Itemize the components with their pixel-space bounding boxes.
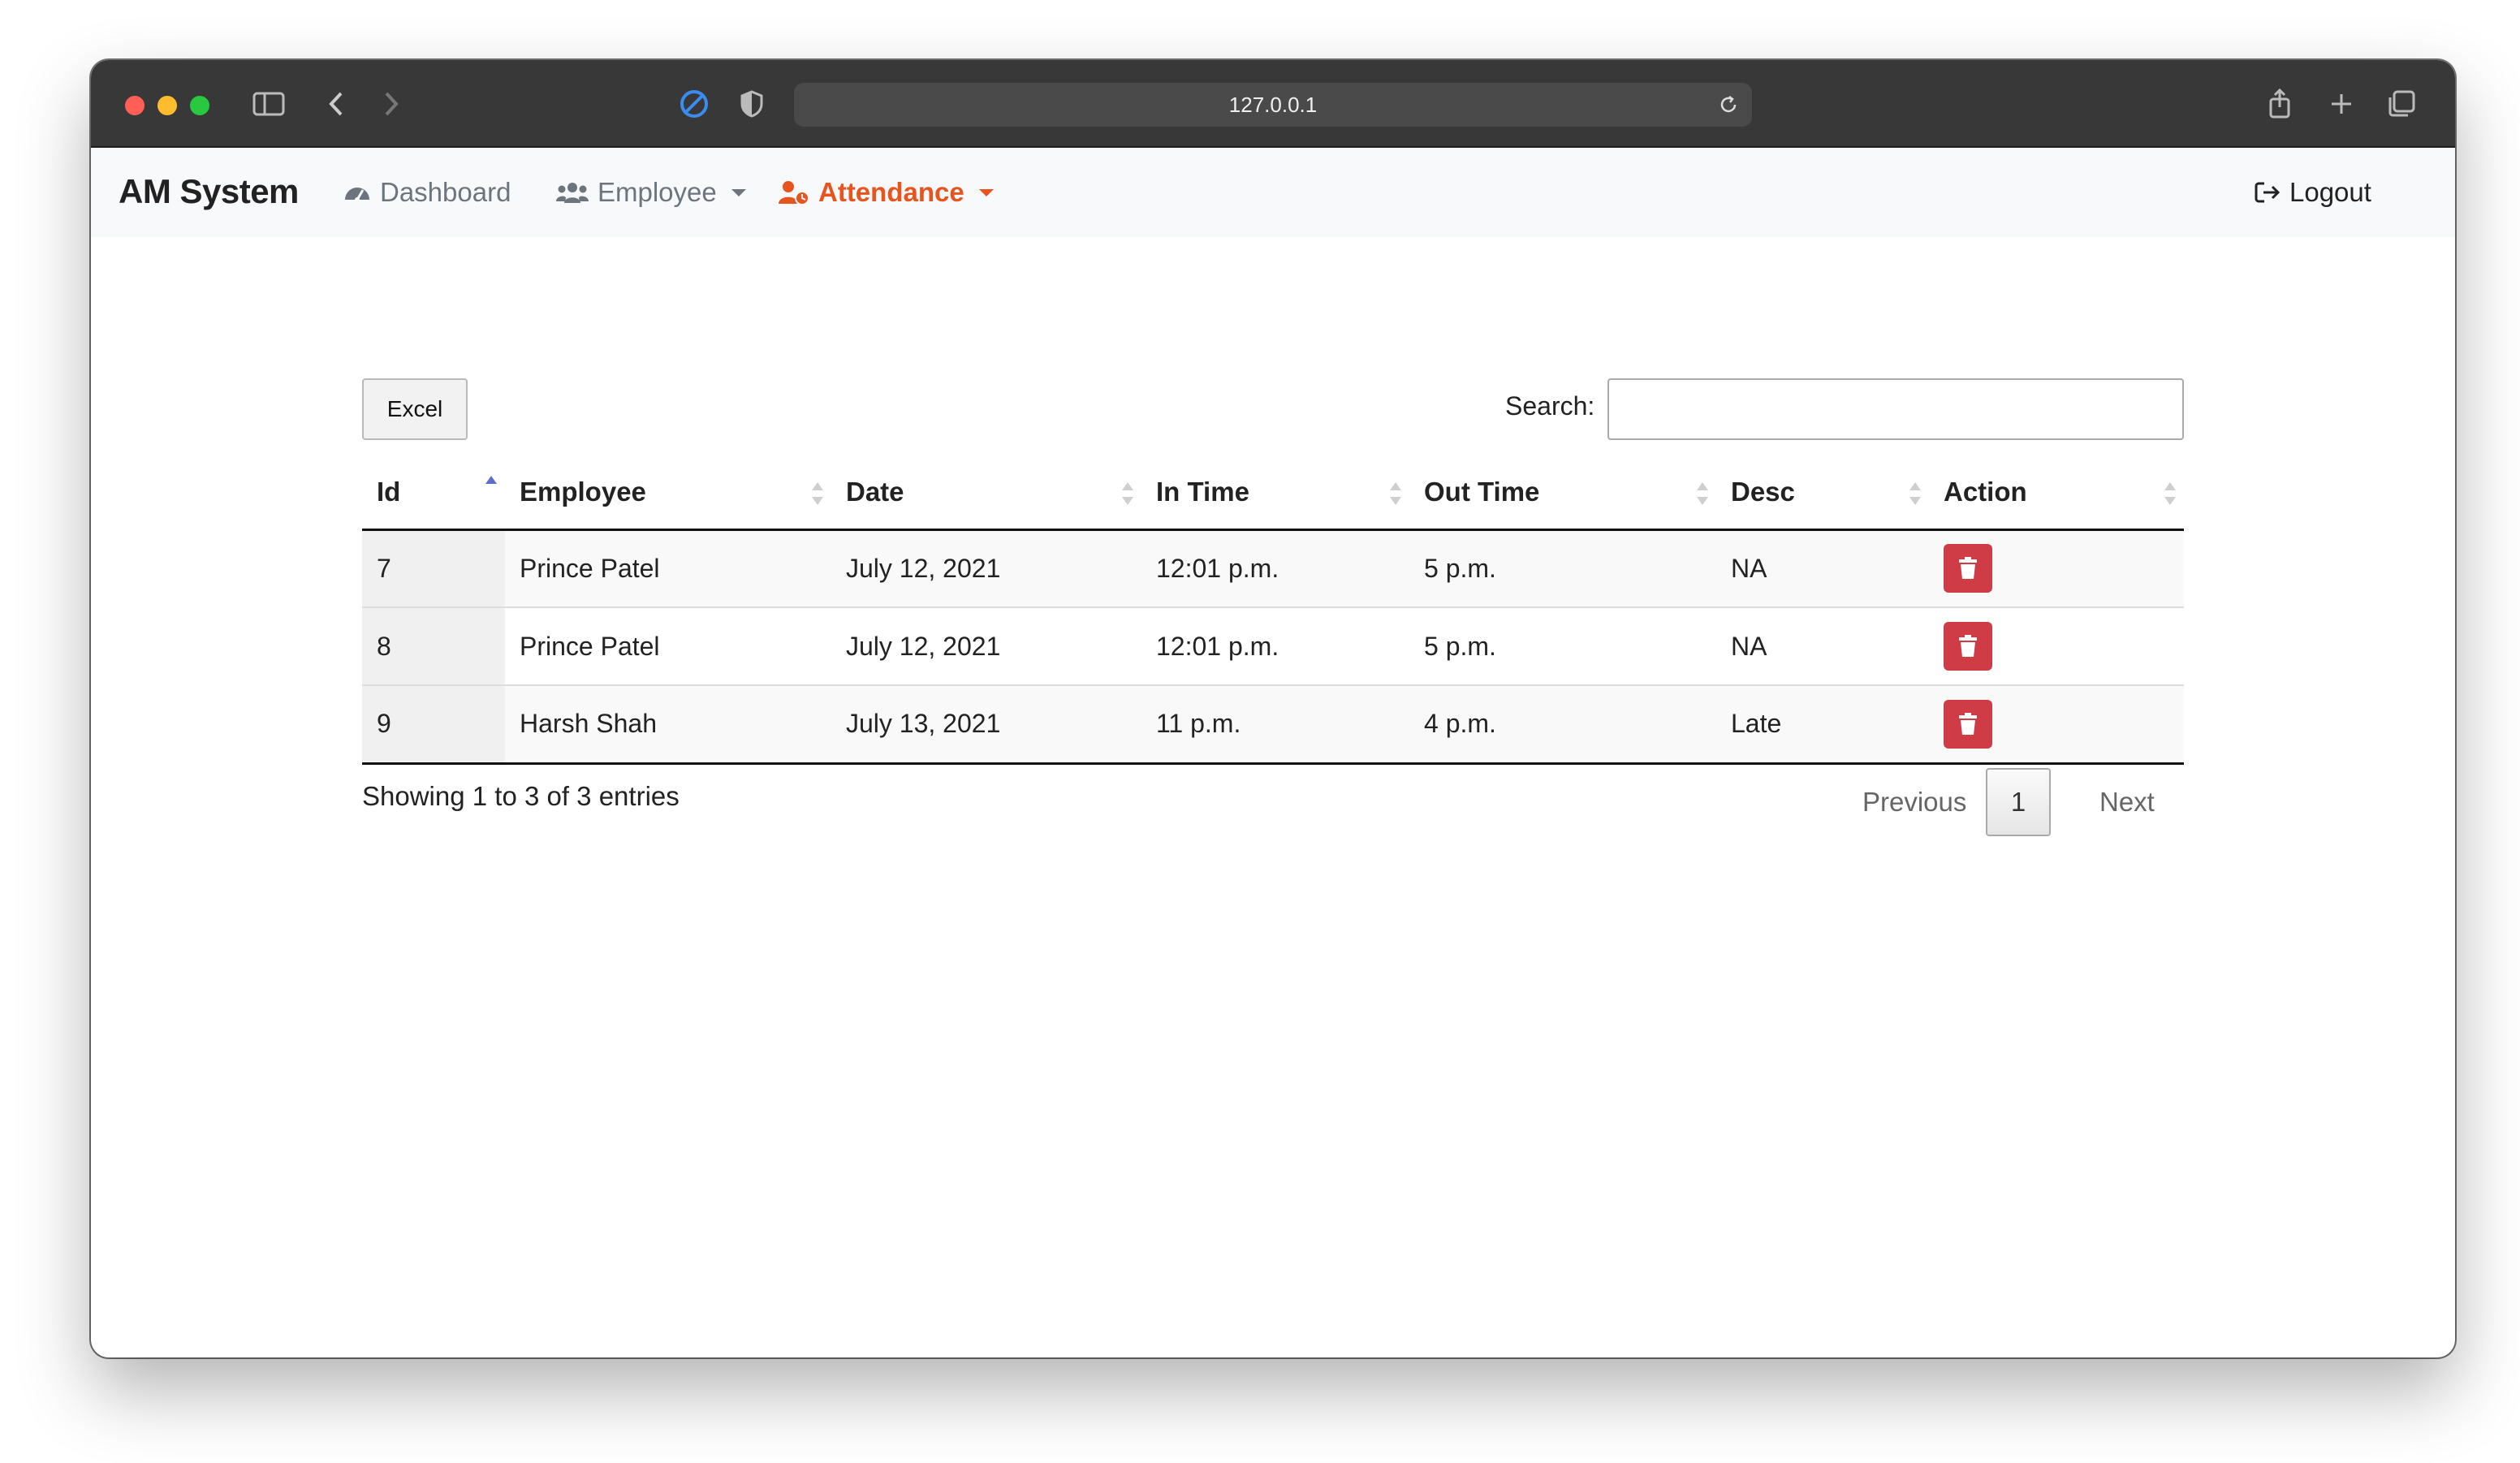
pagination-page-1[interactable]: 1 xyxy=(1986,768,2051,836)
table-row: 9 Harsh Shah July 13, 2021 11 p.m. 4 p.m… xyxy=(362,684,2184,765)
cell-id: 9 xyxy=(362,684,505,765)
cell-out-time: 4 p.m. xyxy=(1409,684,1716,765)
table-info-text: Showing 1 to 3 of 3 entries xyxy=(362,781,680,811)
logout-link[interactable]: Logout xyxy=(2254,175,2371,209)
table-row: 7 Prince Patel July 12, 2021 12:01 p.m. … xyxy=(362,529,2184,607)
nav-dashboard[interactable]: Dashboard xyxy=(343,175,511,209)
users-icon xyxy=(556,183,589,203)
chevron-down-icon xyxy=(731,188,746,196)
cell-out-time: 5 p.m. xyxy=(1409,606,1716,685)
url-text: 127.0.0.1 xyxy=(1228,92,1318,117)
sort-icon xyxy=(1909,482,1921,505)
sort-icon xyxy=(1697,482,1708,505)
reload-icon[interactable] xyxy=(1718,94,1739,121)
cell-date: July 13, 2021 xyxy=(831,684,1141,765)
cell-date: July 12, 2021 xyxy=(831,606,1141,685)
nav-attendance-label: Attendance xyxy=(818,177,964,207)
new-tab-plus-icon[interactable] xyxy=(2325,84,2358,123)
column-header-id[interactable]: Id xyxy=(362,456,505,531)
logout-icon xyxy=(2255,182,2281,203)
search-label: Search: xyxy=(1505,391,1595,421)
column-header-desc[interactable]: Desc xyxy=(1716,456,1929,531)
cell-out-time: 5 p.m. xyxy=(1409,529,1716,607)
attendance-table: Id Employee Date In Time Out Time Desc A… xyxy=(362,456,2184,765)
sort-icon xyxy=(1390,482,1401,505)
delete-button[interactable] xyxy=(1944,622,1992,671)
minimize-window-button[interactable] xyxy=(158,96,177,115)
blocker-extension-icon[interactable] xyxy=(675,84,713,123)
column-header-in-time[interactable]: In Time xyxy=(1141,456,1409,531)
excel-export-button[interactable]: Excel xyxy=(362,378,468,440)
trash-icon xyxy=(1959,557,1977,580)
cell-in-time: 12:01 p.m. xyxy=(1141,606,1409,685)
browser-window: 127.0.0.1 AM System Dashboard Employee A… xyxy=(91,60,2455,1357)
sort-icon xyxy=(2164,482,2176,505)
trash-icon xyxy=(1959,712,1977,735)
table-header-row: Id Employee Date In Time Out Time Desc A… xyxy=(362,456,2184,531)
cell-desc: NA xyxy=(1716,529,1929,607)
tab-overview-icon[interactable] xyxy=(2384,84,2419,123)
sort-icon xyxy=(812,482,823,505)
trash-icon xyxy=(1959,635,1977,657)
delete-button[interactable] xyxy=(1944,699,1992,749)
sort-ascending-icon xyxy=(485,476,497,498)
nav-employee-label: Employee xyxy=(598,177,717,207)
column-header-employee[interactable]: Employee xyxy=(505,456,831,531)
nav-attendance[interactable]: Attendance xyxy=(778,175,994,209)
cell-employee: Prince Patel xyxy=(505,606,831,685)
nav-employee[interactable]: Employee xyxy=(555,175,746,209)
dashboard-gauge-icon xyxy=(345,188,369,202)
address-bar[interactable]: 127.0.0.1 xyxy=(794,83,1752,127)
cell-in-time: 11 p.m. xyxy=(1141,684,1409,765)
cell-action xyxy=(1929,529,2184,607)
sort-icon xyxy=(1122,482,1133,505)
logout-label: Logout xyxy=(2289,177,2371,207)
delete-button[interactable] xyxy=(1944,544,1992,593)
pagination-previous[interactable]: Previous xyxy=(1862,768,1966,836)
cell-action xyxy=(1929,606,2184,685)
cell-id: 7 xyxy=(362,529,505,607)
chevron-down-icon xyxy=(978,188,994,196)
back-arrow-icon[interactable] xyxy=(320,84,352,123)
column-header-out-time[interactable]: Out Time xyxy=(1409,456,1716,531)
app-navbar: AM System Dashboard Employee Attendance … xyxy=(91,148,2455,237)
forward-arrow-icon[interactable] xyxy=(375,84,408,123)
cell-desc: Late xyxy=(1716,684,1929,765)
cell-in-time: 12:01 p.m. xyxy=(1141,529,1409,607)
nav-dashboard-label: Dashboard xyxy=(380,177,511,207)
close-window-button[interactable] xyxy=(125,96,145,115)
pagination-next[interactable]: Next xyxy=(2099,768,2155,836)
privacy-shield-icon[interactable] xyxy=(736,84,768,123)
share-icon[interactable] xyxy=(2263,84,2296,123)
zoom-window-button[interactable] xyxy=(190,96,209,115)
cell-action xyxy=(1929,684,2184,765)
sidebar-toggle-icon[interactable] xyxy=(250,84,287,123)
search-input[interactable] xyxy=(1607,378,2184,440)
table-row: 8 Prince Patel July 12, 2021 12:01 p.m. … xyxy=(362,606,2184,685)
user-clock-icon xyxy=(779,181,809,205)
column-header-date[interactable]: Date xyxy=(831,456,1141,531)
cell-id: 8 xyxy=(362,606,505,685)
column-header-action[interactable]: Action xyxy=(1929,456,2184,531)
cell-date: July 12, 2021 xyxy=(831,529,1141,607)
brand-logo[interactable]: AM System xyxy=(119,172,299,211)
cell-employee: Prince Patel xyxy=(505,529,831,607)
browser-titlebar: 127.0.0.1 xyxy=(91,60,2455,148)
cell-desc: NA xyxy=(1716,606,1929,685)
cell-employee: Harsh Shah xyxy=(505,684,831,765)
